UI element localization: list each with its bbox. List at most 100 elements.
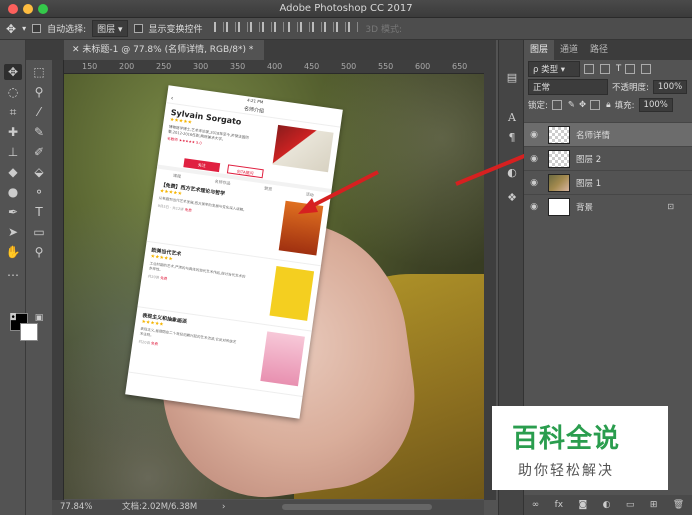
fx-icon[interactable]: fx [555, 500, 564, 510]
zoom-level[interactable]: 77.84% [60, 500, 92, 515]
paint-bucket-icon[interactable]: ⬙ [30, 164, 48, 180]
ruler-tick: 350 [230, 62, 246, 71]
character-panel-icon[interactable]: A [504, 110, 520, 126]
align-right-icon[interactable] [273, 22, 284, 32]
dodge-tool-icon[interactable]: ⚬ [30, 184, 48, 200]
link-icon[interactable]: ∞ [532, 500, 540, 510]
move-tool-icon[interactable]: ✥ [6, 22, 16, 36]
adjustment-icon[interactable]: ◐ [603, 500, 611, 510]
zoom-tool-icon[interactable]: ⚲ [30, 244, 48, 260]
visibility-eye-icon[interactable]: ◉ [524, 130, 544, 140]
distribute-left-icon[interactable] [324, 22, 335, 32]
distribute-right-icon[interactable] [348, 22, 359, 32]
filter-pixel-icon[interactable] [584, 64, 594, 74]
distribute-bottom-icon[interactable] [312, 22, 323, 32]
align-top-icon[interactable] [213, 22, 224, 32]
brush-tool-icon[interactable]: ✎ [30, 124, 48, 140]
lock-artboard-icon[interactable] [590, 100, 601, 110]
layer-row[interactable]: ◉ 图层 2 [524, 146, 692, 170]
lock-paint-icon[interactable]: ✎ [568, 100, 575, 110]
lasso-tool-icon[interactable]: ◌ [4, 84, 22, 100]
lock-all-icon[interactable]: 🔒︎ [606, 100, 611, 110]
layer-row[interactable]: ◉ 图层 1 [524, 170, 692, 194]
distribute-top-icon[interactable] [288, 22, 299, 32]
show-transform-checkbox[interactable] [133, 24, 143, 33]
hand-tool-icon[interactable]: ✋ [4, 244, 22, 260]
quick-mask-icon[interactable]: ◘ [4, 310, 22, 326]
trash-icon[interactable]: 🗑︎ [673, 500, 684, 510]
lock-transparent-icon[interactable] [551, 100, 562, 110]
filter-type-icon[interactable]: T [616, 64, 621, 74]
watermark: 百科全说 助你轻松解决 [492, 406, 668, 490]
layers-bottom-bar: ∞ fx ◙ ◐ ▭ ⊞ 🗑︎ [524, 495, 692, 515]
course-meta-text: 共20讲 [138, 339, 151, 346]
close-tab-icon[interactable]: ✕ [72, 45, 80, 55]
fill-field[interactable]: 100% [638, 98, 673, 112]
visibility-eye-icon[interactable]: ◉ [524, 154, 544, 164]
document-canvas[interactable]: 4:21 PM ‹ 名师介绍 Sylvain Sorgato ★★★★★ 博物馆… [64, 74, 484, 499]
layer-filter-dropdown[interactable]: ρ 类型 ▾ [528, 61, 580, 77]
course-thumbnail [269, 266, 315, 321]
ruler-tick: 650 [452, 62, 468, 71]
mode-3d-label: 3D 模式: [365, 25, 402, 35]
align-center-icon[interactable] [261, 22, 272, 32]
chevron-down-icon[interactable]: ▾ [22, 24, 26, 33]
align-bottom-icon[interactable] [237, 22, 248, 32]
lock-row: 锁定: ✎ ✥ 🔒︎ 填充: 100% [524, 96, 692, 114]
history-brush-icon[interactable]: ✐ [30, 144, 48, 160]
history-panel-icon[interactable]: ▤ [504, 70, 520, 86]
marquee-tool-icon[interactable]: ⬚ [30, 64, 48, 80]
screen-mode-icon[interactable]: ▣ [30, 310, 48, 326]
opacity-field[interactable]: 100% [652, 80, 688, 94]
auto-select-dropdown[interactable]: 图层 ▾ [92, 20, 128, 37]
course-price: 免费 [184, 207, 192, 213]
tab-channels[interactable]: 通道 [554, 40, 584, 60]
layer-row[interactable]: ◉ 名师详情 [524, 122, 692, 146]
type-tool-icon[interactable]: T [30, 204, 48, 220]
eraser-tool-icon[interactable]: ◆ [4, 164, 22, 180]
quick-select-icon[interactable]: ⚲ [30, 84, 48, 100]
layer-name: 名师详情 [576, 130, 611, 141]
healing-brush-icon[interactable]: ✚ [4, 124, 22, 140]
ruler-tick: 500 [341, 62, 357, 71]
mask-icon[interactable]: ◙ [579, 500, 588, 510]
pen-tool-icon[interactable]: ✒ [4, 204, 22, 220]
stamp-tool-icon[interactable]: ⊥ [4, 144, 22, 160]
crop-tool-icon[interactable]: ⌗ [4, 104, 22, 120]
more-tools-icon[interactable]: … [4, 264, 22, 280]
lock-icon: ⊡ [667, 202, 674, 211]
layer-name: 图层 2 [576, 154, 602, 165]
app-title: Adobe Photoshop CC 2017 [279, 3, 413, 14]
visibility-eye-icon[interactable]: ◉ [524, 202, 544, 212]
horizontal-ruler: 150200250300350400450500550600650700750 [64, 60, 484, 74]
path-select-icon[interactable]: ➤ [4, 224, 22, 240]
tab-layers[interactable]: 图层 [524, 40, 555, 60]
filter-adjustment-icon[interactable] [600, 64, 610, 74]
ruler-tick: 150 [82, 62, 98, 71]
align-left-icon[interactable] [249, 22, 260, 32]
auto-select-checkbox[interactable] [32, 24, 42, 33]
blur-tool-icon[interactable]: ● [4, 184, 22, 200]
vertical-ruler [52, 60, 64, 500]
layer-row[interactable]: ◉ 背景 ⊡ [524, 194, 692, 218]
distribute-center-icon[interactable] [336, 22, 347, 32]
filter-smart-icon[interactable] [641, 64, 652, 74]
tab-paths[interactable]: 路径 [584, 40, 614, 60]
eyedropper-icon[interactable]: ⁄ [30, 104, 48, 120]
lock-position-icon[interactable]: ✥ [579, 100, 586, 110]
blend-mode-dropdown[interactable]: 正常 [528, 79, 608, 95]
new-layer-icon[interactable]: ⊞ [650, 500, 658, 510]
folder-icon[interactable]: ▭ [626, 500, 635, 510]
move-tool-icon[interactable]: ✥ [4, 64, 22, 80]
filter-shape-icon[interactable] [625, 64, 636, 74]
status-menu-arrow[interactable]: › [222, 500, 225, 515]
visibility-eye-icon[interactable]: ◉ [524, 178, 544, 188]
back-icon: ‹ [170, 94, 174, 103]
align-middle-icon[interactable] [225, 22, 236, 32]
layers-panel-icon[interactable]: ❖ [504, 190, 520, 206]
distribute-middle-icon[interactable] [300, 22, 311, 32]
rectangle-tool-icon[interactable]: ▭ [30, 224, 48, 240]
layer-filter-row: ρ 类型 ▾ T [524, 60, 692, 78]
horizontal-scrollbar[interactable] [282, 504, 432, 510]
document-tab[interactable]: ✕ 未标题-1 @ 77.8% (名师详情, RGB/8*) * [64, 40, 264, 60]
